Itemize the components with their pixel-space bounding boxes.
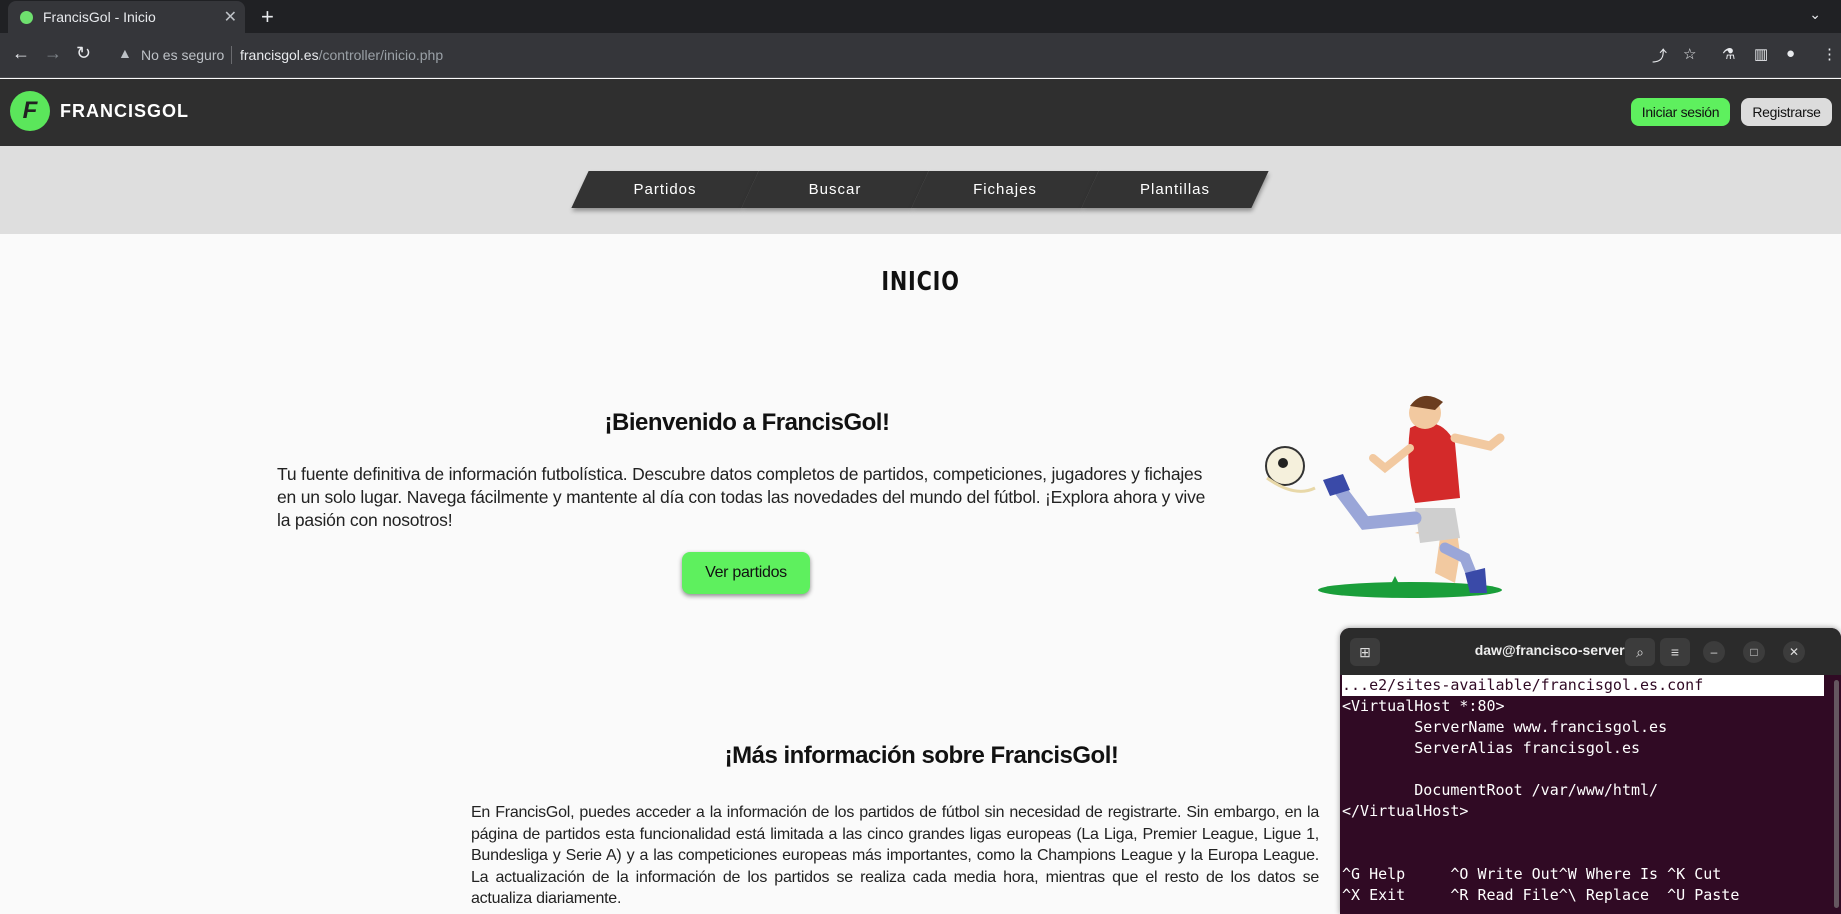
close-window-icon[interactable]: ✕ <box>1783 641 1805 663</box>
forward-arrow-icon[interactable]: → <box>44 43 62 64</box>
terminal-line: </VirtualHost> <box>1342 802 1469 820</box>
ver-partidos-button[interactable]: Ver partidos <box>682 552 810 594</box>
terminal-titlebar[interactable]: ⊞ daw@francisco-server: ~ ⌕ ≡ – □ ✕ <box>1340 628 1841 675</box>
terminal-menu-icon[interactable]: ≡ <box>1660 638 1690 666</box>
labs-flask-icon[interactable]: ⚗ <box>1722 45 1735 63</box>
register-button[interactable]: Registrarse <box>1741 98 1832 126</box>
terminal-line: ServerName www.francisgol.es <box>1342 718 1668 736</box>
browser-menu-icon[interactable]: ⋮ <box>1822 45 1837 63</box>
reload-icon[interactable]: ↻ <box>76 43 91 64</box>
terminal-line: <VirtualHost *:80> <box>1342 697 1505 715</box>
security-label[interactable]: No es seguro <box>141 47 224 63</box>
browser-tab-bar: FrancisGol - Inicio ✕ + ⌄ <box>0 0 1841 33</box>
page-title: INICIO <box>881 267 960 297</box>
side-panel-icon[interactable]: ▥ <box>1754 45 1768 63</box>
login-button[interactable]: Iniciar sesión <box>1631 98 1730 126</box>
site-favicon-icon <box>20 11 33 24</box>
site-header: F FRANCISGOL Iniciar sesión Registrarse <box>0 79 1841 146</box>
terminal-search-icon[interactable]: ⌕ <box>1625 638 1655 666</box>
nav-item-label: Fichajes <box>973 181 1037 198</box>
url-path: /controller/inicio.php <box>318 47 444 63</box>
more-info-heading: ¡Más información sobre FrancisGol! <box>724 742 1119 769</box>
maximize-icon[interactable]: □ <box>1743 641 1765 663</box>
brand-name[interactable]: FRANCISGOL <box>60 101 189 122</box>
minimize-icon[interactable]: – <box>1703 641 1725 663</box>
terminal-window[interactable]: ⊞ daw@francisco-server: ~ ⌕ ≡ – □ ✕ ...e… <box>1340 628 1841 914</box>
share-icon[interactable]: ⤴ <box>1652 45 1667 66</box>
warning-icon: ▲ <box>118 45 132 61</box>
omnibox[interactable]: ▲ No es seguro francisgol.es/controller/… <box>108 39 1708 71</box>
nano-title-line: ...e2/sites-available/francisgol.es.conf <box>1342 675 1824 696</box>
url-host: francisgol.es <box>240 47 319 63</box>
terminal-scrollbar[interactable] <box>1834 680 1839 908</box>
welcome-heading: ¡Bienvenido a FrancisGol! <box>604 409 890 436</box>
nav-item-fichajes[interactable]: Fichajes <box>911 171 1099 208</box>
nav-item-buscar[interactable]: Buscar <box>741 171 929 208</box>
more-info-text: En FrancisGol, puedes acceder a la infor… <box>471 804 1319 907</box>
omnibox-divider <box>231 46 232 64</box>
back-arrow-icon[interactable]: ← <box>12 43 30 64</box>
tab-title: FrancisGol - Inicio <box>43 9 156 25</box>
nav-item-label: Buscar <box>808 181 862 198</box>
browser-tab[interactable]: FrancisGol - Inicio ✕ <box>8 1 245 33</box>
football-player-illustration <box>1265 395 1505 598</box>
tab-search-chevron-icon[interactable]: ⌄ <box>1809 6 1821 23</box>
francisgol-logo-icon[interactable]: F <box>10 91 50 131</box>
nano-shortcuts-line: ^G Help ^O Write Out^W Where Is ^K Cut <box>1342 865 1722 883</box>
profile-icon[interactable]: ● <box>1786 45 1795 62</box>
close-tab-icon[interactable]: ✕ <box>224 7 237 27</box>
nano-shortcuts-line: ^X Exit ^R Read File^\ Replace ^U Paste <box>1342 886 1740 904</box>
terminal-line: DocumentRoot /var/www/html/ <box>1342 781 1659 799</box>
terminal-content[interactable]: ...e2/sites-available/francisgol.es.conf… <box>1342 675 1824 906</box>
url-text[interactable]: francisgol.es/controller/inicio.php <box>240 47 443 63</box>
new-tab-button[interactable]: + <box>261 4 274 30</box>
nav-item-partidos[interactable]: Partidos <box>571 171 759 208</box>
nav-item-plantillas[interactable]: Plantillas <box>1081 171 1269 208</box>
nav-item-label: Partidos <box>633 181 697 198</box>
main-nav: Partidos Buscar Fichajes Plantillas <box>0 146 1841 234</box>
bookmark-star-icon[interactable]: ☆ <box>1683 45 1696 63</box>
terminal-line: ServerAlias francisgol.es <box>1342 739 1641 757</box>
nav-item-label: Plantillas <box>1139 181 1211 198</box>
welcome-text: Tu fuente definitiva de información futb… <box>277 464 1206 530</box>
address-bar-row: ← → ↻ ▲ No es seguro francisgol.es/contr… <box>0 33 1841 78</box>
